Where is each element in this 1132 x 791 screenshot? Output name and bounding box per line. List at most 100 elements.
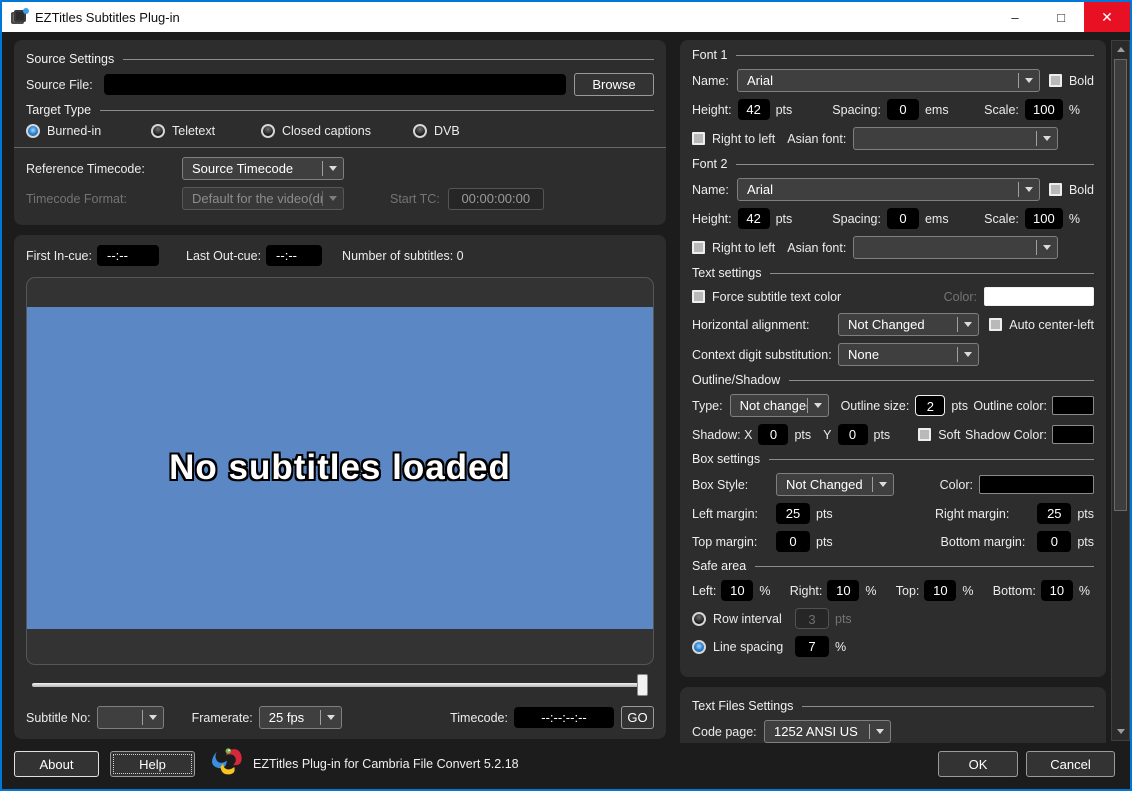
font1-asian-dropdown[interactable] [853, 127, 1058, 150]
left-margin-input[interactable]: 25 [776, 503, 810, 524]
titlebar: EZTitles Subtitles Plug-in – □ ✕ [2, 2, 1130, 32]
halign-dropdown[interactable]: Not Changed [838, 313, 979, 336]
timecode-format-row: Timecode Format: Default for the video(d… [26, 187, 654, 210]
text-color-label: Color: [944, 290, 977, 304]
chevron-down-icon [958, 348, 978, 361]
font1-name-dropdown[interactable]: Arial [737, 69, 1040, 92]
font2-rtl-row: Right to left Asian font: [692, 236, 1094, 259]
scroll-down-button[interactable] [1112, 724, 1129, 740]
reference-timecode-row: Reference Timecode: Source Timecode [26, 157, 654, 180]
top-margin-input[interactable]: 0 [776, 531, 810, 552]
vertical-scrollbar[interactable] [1111, 40, 1130, 741]
safe-top-input[interactable]: 10 [924, 580, 956, 601]
row-interval-radio[interactable]: Row interval [692, 612, 795, 626]
window-title: EZTitles Subtitles Plug-in [35, 10, 180, 25]
bottom-margin-input[interactable]: 0 [1037, 531, 1071, 552]
text-color-swatch[interactable] [984, 287, 1094, 306]
font2-name-row: Name: Arial Bold [692, 178, 1094, 201]
font2-name-dropdown[interactable]: Arial [737, 178, 1040, 201]
radio-closed-captions[interactable]: Closed captions [261, 124, 413, 138]
font2-asian-dropdown[interactable] [853, 236, 1058, 259]
framerate-dropdown[interactable]: 25 fps [259, 706, 342, 729]
subtitle-no-dropdown[interactable] [97, 706, 164, 729]
cancel-button[interactable]: Cancel [1026, 751, 1115, 777]
target-type-title: Target Type [26, 103, 654, 117]
chevron-down-icon [808, 399, 828, 412]
chevron-down-icon [323, 192, 343, 205]
slider-handle[interactable] [637, 674, 648, 696]
box-lr-margin-row: Left margin: 25 pts Right margin: 25 pts [692, 503, 1094, 524]
shadow-y-label: Y [823, 428, 831, 442]
context-digit-dropdown[interactable]: None [838, 343, 979, 366]
radio-burned-in[interactable]: Burned-in [26, 124, 151, 138]
reference-timecode-dropdown[interactable]: Source Timecode [182, 157, 344, 180]
box-color-swatch[interactable] [979, 475, 1094, 494]
right-margin-input[interactable]: 25 [1037, 503, 1071, 524]
outline-color-swatch[interactable] [1052, 396, 1094, 415]
radio-icon [692, 640, 706, 654]
safe-right-label: Right: [790, 584, 823, 598]
font1-scale-label: Scale: [984, 103, 1019, 117]
safe-left-input[interactable]: 10 [721, 580, 753, 601]
browse-button[interactable]: Browse [574, 73, 654, 96]
font1-height-input[interactable]: 42 [738, 99, 770, 120]
cue-info-row: First In-cue: --:-- Last Out-cue: --:-- … [26, 245, 654, 266]
timecode-input[interactable]: --:--:--:-- [514, 707, 614, 728]
font2-height-input[interactable]: 42 [738, 208, 770, 229]
box-color-label: Color: [940, 478, 973, 492]
font2-metrics-row: Height: 42 pts Spacing: 0 ems Scale: 100… [692, 208, 1094, 229]
go-button[interactable]: GO [621, 706, 654, 729]
chevron-down-icon [321, 711, 341, 724]
font2-rtl-checkbox[interactable]: Right to left [692, 241, 775, 255]
halign-row: Horizontal alignment: Not Changed Auto c… [692, 313, 1094, 336]
font2-scale-input[interactable]: 100 [1025, 208, 1063, 229]
source-panel: Source Settings Source File: Browse Targ… [14, 40, 666, 225]
safe-bottom-input[interactable]: 10 [1041, 580, 1073, 601]
shadow-x-input[interactable]: 0 [758, 424, 788, 445]
close-button[interactable]: ✕ [1084, 2, 1130, 32]
code-page-label: Code page: [692, 725, 764, 739]
radio-dvb[interactable]: DVB [413, 124, 460, 138]
safe-area-row: Left: 10 % Right: 10 % Top: 10 % [692, 580, 1094, 601]
box-style-dropdown[interactable]: Not Changed [776, 473, 894, 496]
auto-center-checkbox[interactable]: Auto center-left [989, 318, 1094, 332]
minimize-button[interactable]: – [992, 2, 1038, 32]
font-text-panel: Font 1 Name: Arial Bold Height: [680, 40, 1106, 677]
subtitle-count: Number of subtitles: 0 [342, 249, 464, 263]
preview-panel: First In-cue: --:-- Last Out-cue: --:-- … [14, 235, 666, 739]
timecode-format-label: Timecode Format: [26, 192, 182, 206]
triangle-up-icon [1117, 43, 1125, 52]
line-spacing-radio[interactable]: Line spacing [692, 640, 795, 654]
source-file-input[interactable] [104, 74, 566, 95]
outline-size-input[interactable]: 2 [915, 395, 945, 416]
shadow-color-swatch[interactable] [1052, 425, 1094, 444]
font1-scale-input[interactable]: 100 [1025, 99, 1063, 120]
font2-bold-checkbox[interactable]: Bold [1049, 183, 1094, 197]
ok-button[interactable]: OK [938, 751, 1018, 777]
source-file-row: Source File: Browse [26, 73, 654, 96]
source-settings-title: Source Settings [26, 52, 654, 66]
outline-row: Type: Not changed Outline size: 2 pts Ou… [692, 394, 1094, 417]
outline-type-dropdown[interactable]: Not changed [730, 394, 829, 417]
checkbox-icon [1049, 183, 1062, 196]
line-spacing-input[interactable]: 7 [795, 636, 829, 657]
font1-bold-checkbox[interactable]: Bold [1049, 74, 1094, 88]
force-color-checkbox[interactable]: Force subtitle text color [692, 290, 841, 304]
scroll-up-button[interactable] [1112, 41, 1129, 57]
about-button[interactable]: About [14, 751, 99, 777]
code-page-dropdown[interactable]: 1252 ANSI US [764, 720, 891, 743]
checkbox-icon [692, 290, 705, 303]
divider [14, 147, 666, 148]
font1-rtl-checkbox[interactable]: Right to left [692, 132, 775, 146]
help-button[interactable]: Help [110, 751, 195, 777]
soft-checkbox[interactable]: Soft [918, 428, 960, 442]
radio-teletext[interactable]: Teletext [151, 124, 261, 138]
timecode-label: Timecode: [450, 711, 508, 725]
shadow-y-input[interactable]: 0 [838, 424, 868, 445]
font1-spacing-input[interactable]: 0 [887, 99, 919, 120]
safe-right-input[interactable]: 10 [827, 580, 859, 601]
scrollbar-thumb[interactable] [1114, 59, 1127, 511]
timeline-slider[interactable] [32, 673, 648, 697]
maximize-button[interactable]: □ [1038, 2, 1084, 32]
font2-spacing-input[interactable]: 0 [887, 208, 919, 229]
